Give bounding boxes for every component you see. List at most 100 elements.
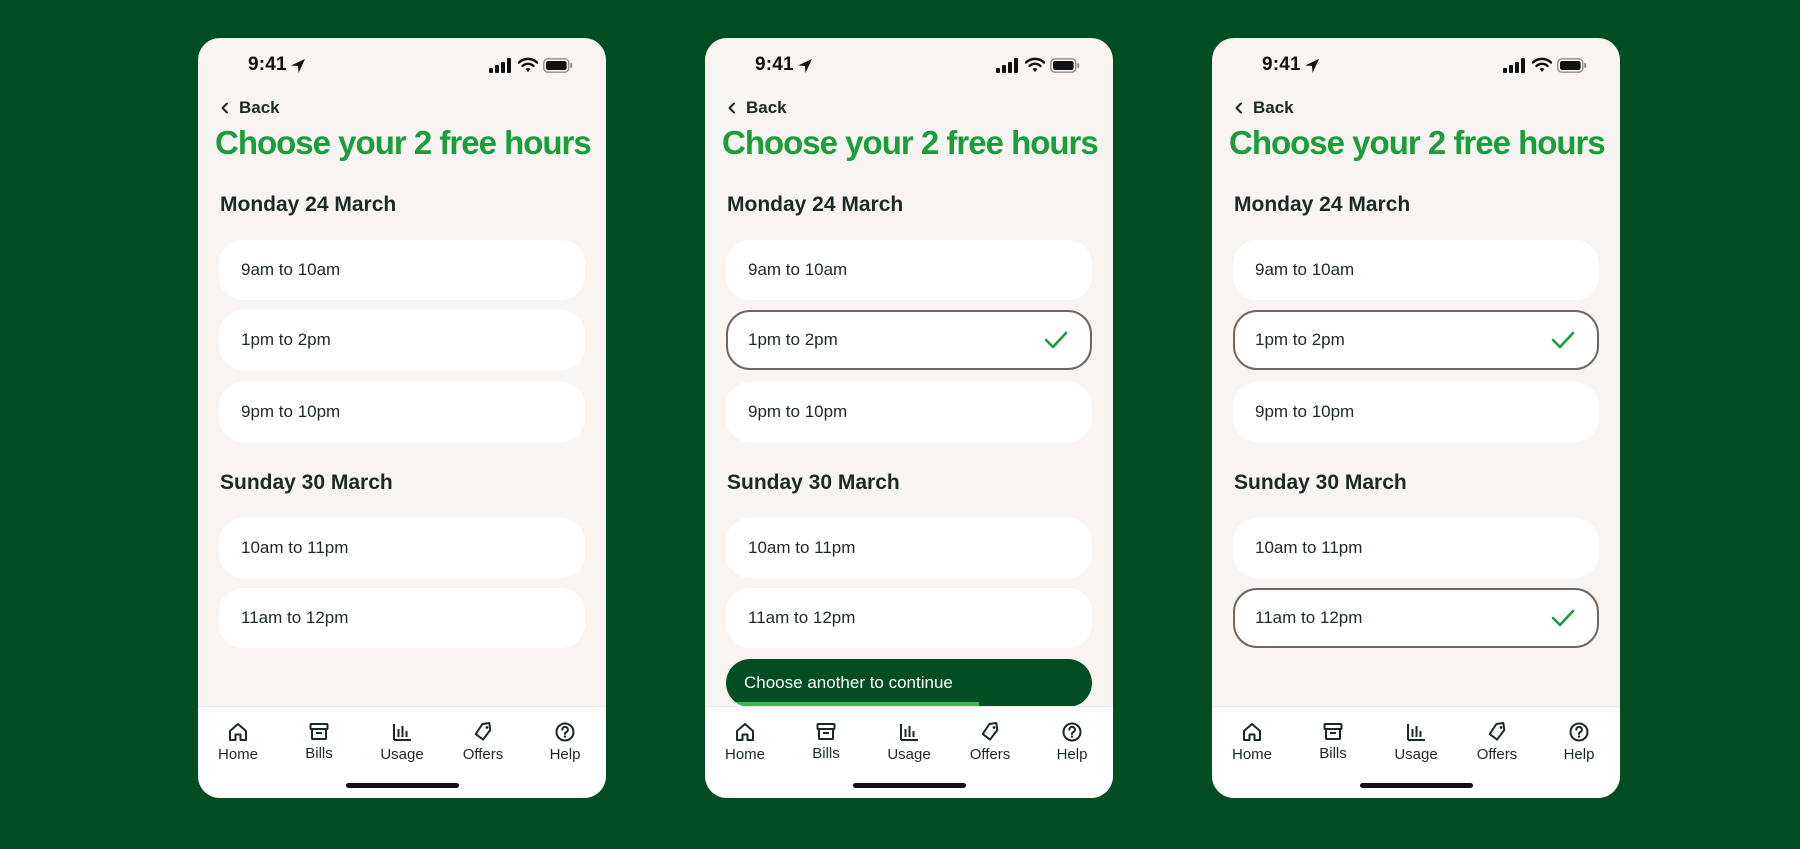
time-slot-option[interactable]: 9am to 10am xyxy=(219,240,585,300)
help-icon xyxy=(555,722,575,742)
time-slot-label: 9am to 10am xyxy=(241,260,341,279)
chevron-left-icon xyxy=(1235,102,1242,114)
tag-icon xyxy=(1488,722,1506,741)
time-slot-option[interactable]: 11am to 12pm xyxy=(726,588,1092,648)
tab-help-label: Help xyxy=(1056,746,1088,763)
tab-bills[interactable]: Bills xyxy=(786,719,866,769)
section-heading-sunday: Sunday 30 March xyxy=(220,471,393,494)
time-slot-label: 10am to 11pm xyxy=(748,538,856,557)
time-slot-option[interactable]: 9pm to 10pm xyxy=(726,382,1092,442)
tab-usage[interactable]: Usage xyxy=(362,719,442,769)
status-bar: 9:41 xyxy=(705,54,1113,82)
section-heading-monday: Monday 24 March xyxy=(727,193,904,216)
time-slot-option[interactable]: 10am to 11pm xyxy=(219,518,585,578)
bills-icon xyxy=(1323,723,1343,740)
time-slot-label: 9am to 10am xyxy=(1255,260,1355,279)
page-title: Choose your 2 free hours xyxy=(722,124,1099,161)
wifi-icon xyxy=(1532,57,1552,72)
tab-home-label: Home xyxy=(724,746,765,763)
tab-home[interactable]: Home xyxy=(198,719,278,769)
time-slot-option-selected[interactable]: 1pm to 2pm xyxy=(1233,310,1599,370)
bills-icon xyxy=(309,723,329,740)
tab-home-label: Home xyxy=(1231,746,1272,763)
time-slot-option[interactable]: 9am to 10am xyxy=(726,240,1092,300)
wifi-icon xyxy=(518,57,538,72)
tab-help[interactable]: Help xyxy=(1539,719,1619,769)
time-slot-label: 11am to 12pm xyxy=(748,608,856,627)
phone-screen-2: 9:41 Back Choose your 2 free hours Monda… xyxy=(705,38,1113,798)
tab-bills-label: Bills xyxy=(305,745,333,762)
back-label: Back xyxy=(239,98,280,117)
status-bar: 9:41 xyxy=(1212,54,1620,82)
time-slot-option[interactable]: 9am to 10am xyxy=(1233,240,1599,300)
tab-offers[interactable]: Offers xyxy=(443,719,523,769)
time-slot-label: 11am to 12pm xyxy=(1255,608,1363,627)
battery-icon xyxy=(1557,58,1587,73)
tab-help-label: Help xyxy=(549,746,581,763)
section-heading-monday: Monday 24 March xyxy=(1234,193,1411,216)
signal-icon xyxy=(996,58,1018,73)
time-slot-option-selected[interactable]: 1pm to 2pm xyxy=(726,310,1092,370)
section-heading-sunday: Sunday 30 March xyxy=(1234,471,1407,494)
time-slot-label: 1pm to 2pm xyxy=(1255,330,1345,349)
back-button[interactable]: Back xyxy=(727,96,787,120)
checkmark-icon xyxy=(1551,331,1575,349)
home-icon xyxy=(736,723,754,741)
time-slot-option[interactable]: 11am to 12pm xyxy=(219,588,585,648)
battery-icon xyxy=(543,58,573,73)
chevron-left-icon xyxy=(221,102,228,114)
home-icon xyxy=(1243,723,1261,741)
tab-usage[interactable]: Usage xyxy=(1376,719,1456,769)
tab-usage[interactable]: Usage xyxy=(869,719,949,769)
tab-bills[interactable]: Bills xyxy=(1293,719,1373,769)
home-indicator[interactable] xyxy=(346,783,459,788)
bills-icon xyxy=(816,723,836,740)
phone-screen-3: 9:41 Back Choose your 2 free hours Monda… xyxy=(1212,38,1620,798)
tab-help[interactable]: Help xyxy=(525,719,605,769)
location-arrow-icon xyxy=(1305,59,1319,73)
signal-icon xyxy=(489,58,511,73)
back-button[interactable]: Back xyxy=(1234,96,1294,120)
tab-offers[interactable]: Offers xyxy=(1457,719,1537,769)
tag-icon xyxy=(981,722,999,741)
time-slot-option[interactable]: 10am to 11pm xyxy=(726,518,1092,578)
tab-home[interactable]: Home xyxy=(1212,719,1292,769)
time-slot-option[interactable]: 9pm to 10pm xyxy=(1233,382,1599,442)
tab-usage-label: Usage xyxy=(887,746,931,763)
time-slot-label: 9am to 10am xyxy=(748,260,848,279)
time-slot-label: 9pm to 10pm xyxy=(1255,402,1355,421)
time-slot-option[interactable]: 10am to 11pm xyxy=(1233,518,1599,578)
time-slot-label: 1pm to 2pm xyxy=(241,330,331,349)
section-heading-sunday: Sunday 30 March xyxy=(727,471,900,494)
tag-icon xyxy=(474,722,492,741)
home-indicator[interactable] xyxy=(1360,783,1473,788)
back-label: Back xyxy=(746,98,787,117)
back-button[interactable]: Back xyxy=(220,96,280,120)
location-arrow-icon xyxy=(291,59,305,73)
usage-chart-icon xyxy=(900,724,918,741)
tab-home[interactable]: Home xyxy=(705,719,785,769)
home-indicator[interactable] xyxy=(853,783,966,788)
tab-bills-label: Bills xyxy=(812,745,840,762)
signal-icon xyxy=(1503,58,1525,73)
tab-help[interactable]: Help xyxy=(1032,719,1112,769)
time-slot-label: 1pm to 2pm xyxy=(748,330,838,349)
tab-usage-label: Usage xyxy=(380,746,424,763)
chevron-left-icon xyxy=(728,102,735,114)
status-bar: 9:41 xyxy=(198,54,606,82)
battery-icon xyxy=(1050,58,1080,73)
tab-help-label: Help xyxy=(1563,746,1595,763)
tab-offers[interactable]: Offers xyxy=(950,719,1030,769)
tab-usage-label: Usage xyxy=(1394,746,1438,763)
tab-offers-label: Offers xyxy=(1476,746,1518,763)
section-heading-monday: Monday 24 March xyxy=(220,193,397,216)
tab-bills[interactable]: Bills xyxy=(279,719,359,769)
time-slot-option[interactable]: 1pm to 2pm xyxy=(219,310,585,370)
help-icon xyxy=(1062,722,1082,742)
toast-label: Choose another to continue xyxy=(744,673,953,692)
time-slot-option[interactable]: 9pm to 10pm xyxy=(219,382,585,442)
time-slot-label: 10am to 11pm xyxy=(241,538,349,557)
checkmark-icon xyxy=(1551,609,1575,627)
time-slot-option-selected[interactable]: 11am to 12pm xyxy=(1233,588,1599,648)
help-icon xyxy=(1569,722,1589,742)
